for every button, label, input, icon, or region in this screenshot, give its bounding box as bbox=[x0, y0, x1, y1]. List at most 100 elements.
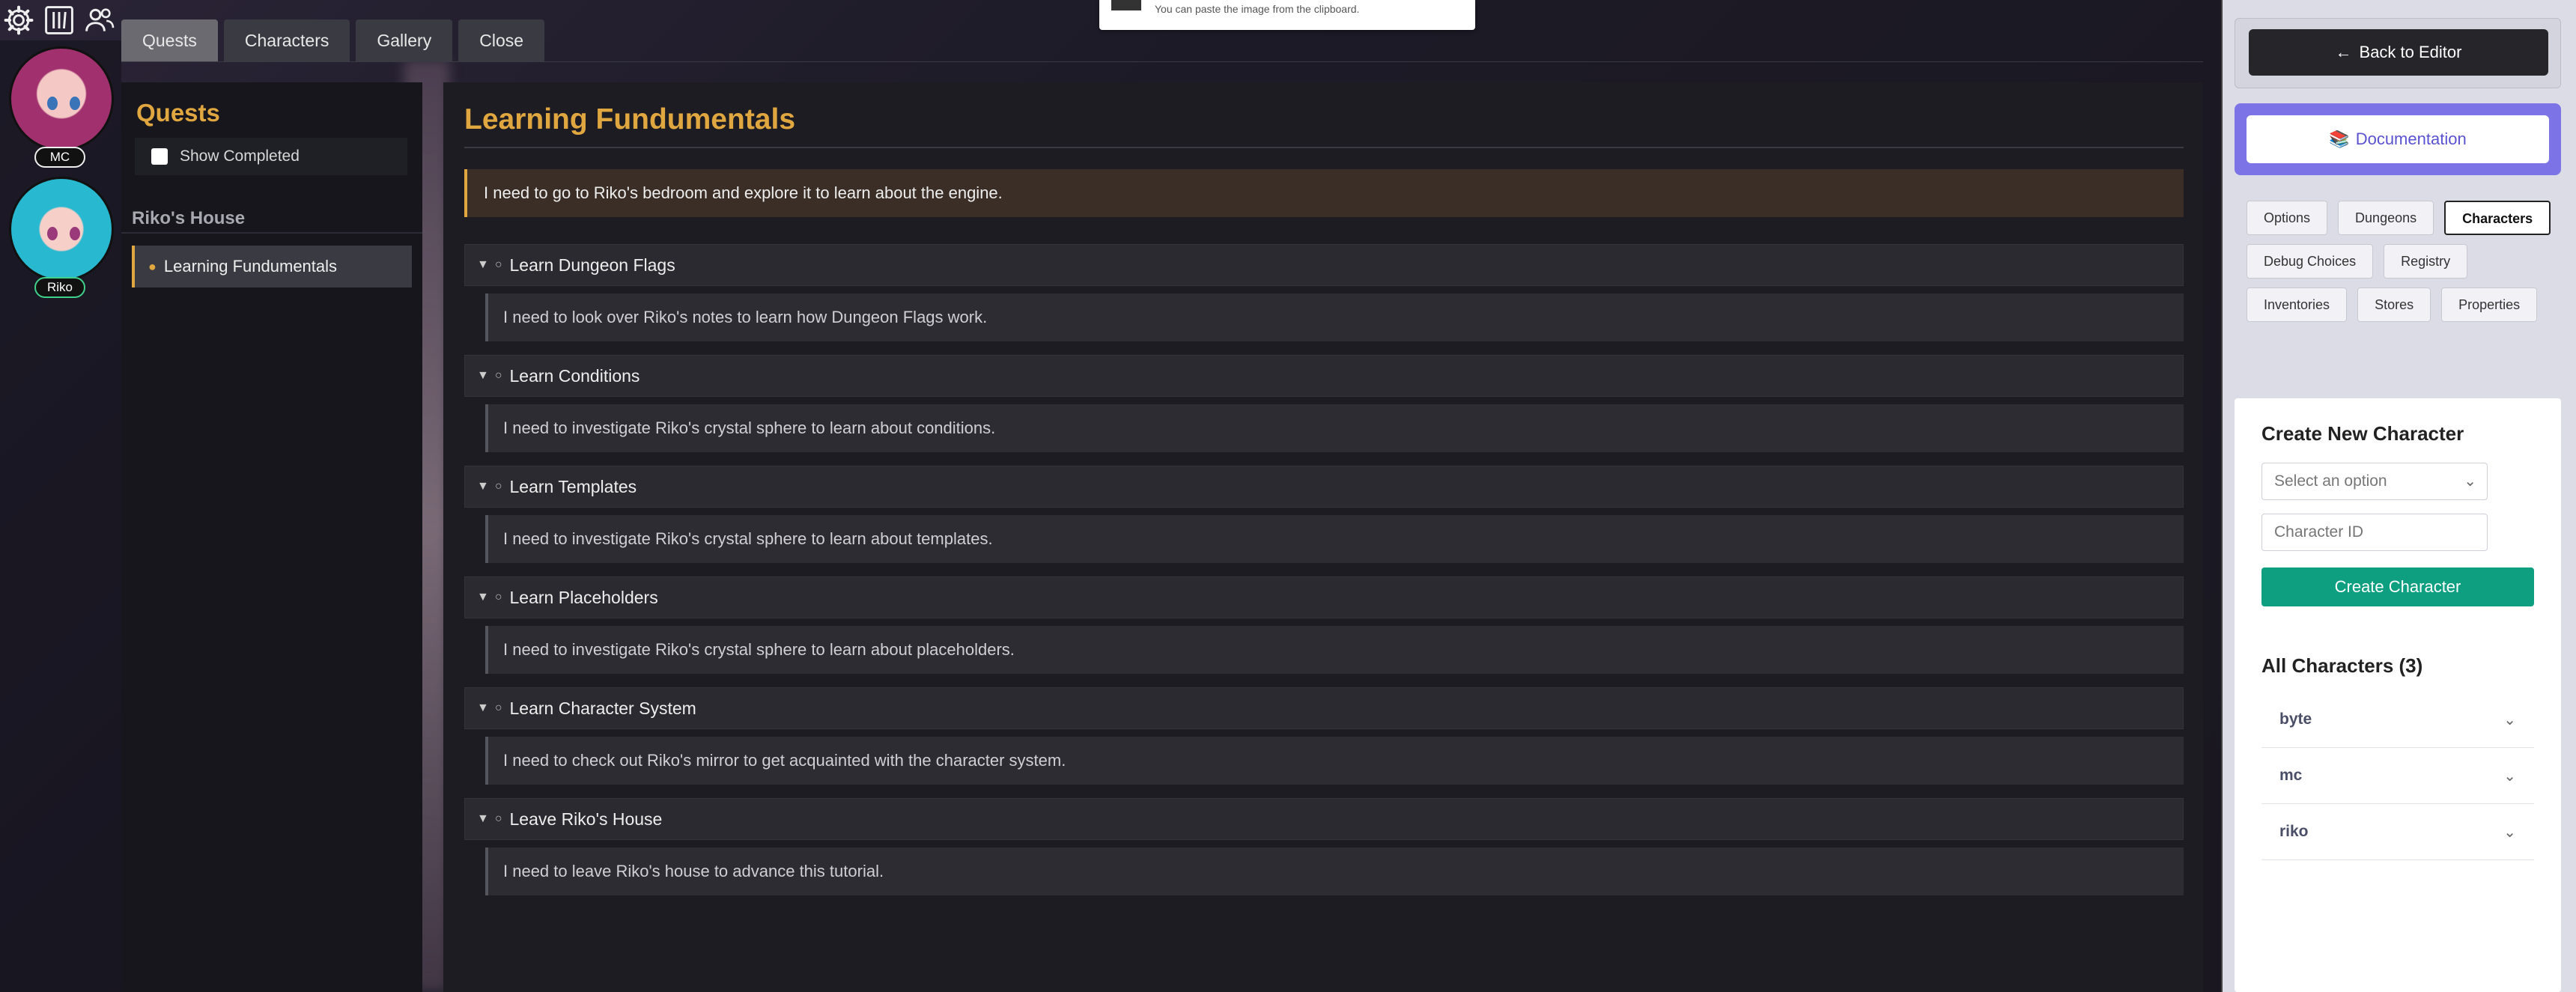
editor-panel: ← Back to Editor 📚 Documentation Options… bbox=[2221, 0, 2576, 992]
character-strip: MC Riko bbox=[0, 40, 121, 992]
show-completed-toggle[interactable]: Show Completed bbox=[135, 138, 407, 175]
mc-label: MC bbox=[34, 147, 85, 168]
quests-heading: Quests bbox=[136, 99, 220, 127]
chip-properties[interactable]: Properties bbox=[2441, 287, 2538, 322]
objective-title: Learn Dungeon Flags bbox=[509, 255, 675, 275]
objective-header[interactable]: ▼ ○ Learn Placeholders bbox=[464, 576, 2184, 618]
create-character-button[interactable]: Create Character bbox=[2261, 567, 2534, 606]
chip-characters[interactable]: Characters bbox=[2444, 201, 2551, 235]
character-row-riko[interactable]: riko ⌄ bbox=[2261, 804, 2534, 860]
circle-icon: ○ bbox=[494, 480, 502, 493]
riko-label: Riko bbox=[34, 277, 85, 298]
image-thumbnail bbox=[1111, 0, 1141, 10]
quest-list-item-label: Learning Fundumentals bbox=[163, 257, 338, 276]
title-divider bbox=[464, 147, 2184, 148]
caret-down-icon: ▼ bbox=[477, 702, 489, 714]
objective-header[interactable]: ▼ ○ Learn Templates bbox=[464, 466, 2184, 508]
back-to-editor-button[interactable]: ← Back to Editor bbox=[2249, 29, 2548, 76]
chip-stores[interactable]: Stores bbox=[2357, 287, 2431, 322]
eye-right bbox=[70, 227, 80, 240]
gear-icon[interactable] bbox=[1, 3, 36, 37]
quest-title: Learning Fundumentals bbox=[464, 103, 796, 136]
objective-header[interactable]: ▼ ○ Learn Conditions bbox=[464, 355, 2184, 397]
circle-icon: ○ bbox=[494, 591, 502, 603]
objective-header[interactable]: ▼ ○ Leave Riko's House bbox=[464, 798, 2184, 840]
quest-description: I need to go to Riko's bedroom and explo… bbox=[464, 169, 2184, 217]
tab-characters[interactable]: Characters bbox=[223, 19, 350, 61]
chip-dungeons[interactable]: Dungeons bbox=[2338, 201, 2434, 235]
objective-title: Leave Riko's House bbox=[509, 809, 663, 829]
toast-message: You can paste the image from the clipboa… bbox=[1155, 3, 1360, 15]
chip-inventories[interactable]: Inventories bbox=[2247, 287, 2348, 322]
character-name: riko bbox=[2279, 823, 2309, 840]
arrow-left-icon: ← bbox=[2335, 43, 2352, 61]
riko-portrait[interactable] bbox=[9, 177, 114, 282]
users-icon[interactable] bbox=[82, 3, 117, 37]
tab-close[interactable]: Close bbox=[458, 19, 545, 61]
show-completed-checkbox[interactable] bbox=[151, 148, 168, 165]
quest-list-item[interactable]: ● Learning Fundumentals bbox=[132, 246, 412, 287]
chip-registry[interactable]: Registry bbox=[2384, 244, 2468, 279]
character-template-select[interactable]: Select an option ⌄ bbox=[2261, 463, 2488, 500]
objective-title: Learn Templates bbox=[509, 476, 637, 496]
character-name: mc bbox=[2279, 767, 2303, 784]
books-icon: 📚 bbox=[2329, 130, 2350, 148]
caret-down-icon: ▼ bbox=[477, 812, 489, 825]
character-row-byte[interactable]: byte ⌄ bbox=[2261, 692, 2534, 748]
tab-gallery[interactable]: Gallery bbox=[356, 19, 453, 61]
tab-quests[interactable]: Quests bbox=[121, 19, 218, 61]
eye-right bbox=[70, 97, 80, 110]
objective: ▼ ○ Leave Riko's House I need to leave Rik… bbox=[464, 798, 2184, 895]
objective-title: Learn Placeholders bbox=[509, 587, 658, 607]
top-tab-bar: Quests Characters Gallery Close bbox=[121, 19, 545, 61]
objective: ▼ ○ Learn Templates I need to investigate … bbox=[464, 466, 2184, 563]
system-toolbar bbox=[0, 0, 120, 40]
objective-text: I need to investigate Riko's crystal sph… bbox=[485, 404, 2184, 452]
chip-debug-choices[interactable]: Debug Choices bbox=[2247, 244, 2374, 279]
all-characters-heading: All Characters (3) bbox=[2261, 654, 2423, 677]
create-character-card: Create New Character Select an option ⌄ … bbox=[2235, 398, 2561, 992]
caret-down-icon: ▼ bbox=[477, 369, 489, 382]
circle-icon: ○ bbox=[494, 812, 502, 825]
select-placeholder: Select an option bbox=[2274, 472, 2387, 490]
clipboard-toast: You can paste the image from the clipboa… bbox=[1099, 0, 1475, 30]
caret-down-icon: ▼ bbox=[477, 258, 489, 271]
tab-divider bbox=[121, 61, 2203, 62]
objective-title: Learn Character System bbox=[509, 698, 696, 718]
active-dot-icon: ● bbox=[148, 258, 157, 274]
circle-icon: ○ bbox=[494, 369, 502, 382]
objective-text: I need to look over Riko's notes to lear… bbox=[485, 293, 2184, 341]
quest-detail: Learning Fundumentals I need to go to Ri… bbox=[443, 82, 2203, 992]
create-character-heading: Create New Character bbox=[2261, 422, 2464, 445]
chip-options[interactable]: Options bbox=[2247, 201, 2328, 235]
chevron-down-icon: ⌄ bbox=[2464, 473, 2476, 490]
objective-header[interactable]: ▼ ○ Learn Character System bbox=[464, 687, 2184, 729]
character-row-mc[interactable]: mc ⌄ bbox=[2261, 748, 2534, 804]
show-completed-label: Show Completed bbox=[180, 147, 300, 165]
caret-down-icon: ▼ bbox=[477, 480, 489, 493]
panel-edge bbox=[2221, 0, 2223, 992]
objective: ▼ ○ Learn Placeholders I need to investiga… bbox=[464, 576, 2184, 674]
documentation-label: Documentation bbox=[2355, 130, 2467, 148]
objective: ▼ ○ Learn Dungeon Flags I need to look ove… bbox=[464, 244, 2184, 341]
library-icon[interactable] bbox=[42, 3, 76, 37]
mc-portrait[interactable] bbox=[9, 46, 114, 151]
circle-icon: ○ bbox=[494, 702, 502, 714]
objective-text: I need to investigate Riko's crystal sph… bbox=[485, 626, 2184, 674]
objective-text: I need to leave Riko's house to advance … bbox=[485, 848, 2184, 895]
chevron-down-icon: ⌄ bbox=[2503, 767, 2516, 785]
back-to-editor-label: Back to Editor bbox=[2359, 43, 2462, 61]
circle-icon: ○ bbox=[494, 258, 502, 271]
documentation-button[interactable]: 📚 Documentation bbox=[2247, 115, 2549, 163]
quest-sidebar: Quests Show Completed Riko's House ● Lea… bbox=[121, 82, 422, 992]
character-id-input[interactable] bbox=[2261, 514, 2488, 551]
group-divider bbox=[121, 232, 422, 234]
objective-header[interactable]: ▼ ○ Learn Dungeon Flags bbox=[464, 244, 2184, 286]
objective-list: ▼ ○ Learn Dungeon Flags I need to look ove… bbox=[464, 244, 2184, 909]
editor-section-tabs: Options Dungeons Characters Debug Choice… bbox=[2247, 201, 2554, 322]
objective-text: I need to check out Riko's mirror to get… bbox=[485, 737, 2184, 785]
caret-down-icon: ▼ bbox=[477, 591, 489, 603]
character-name: byte bbox=[2279, 710, 2312, 728]
eye-left bbox=[47, 227, 58, 240]
objective: ▼ ○ Learn Character System I need to check… bbox=[464, 687, 2184, 785]
